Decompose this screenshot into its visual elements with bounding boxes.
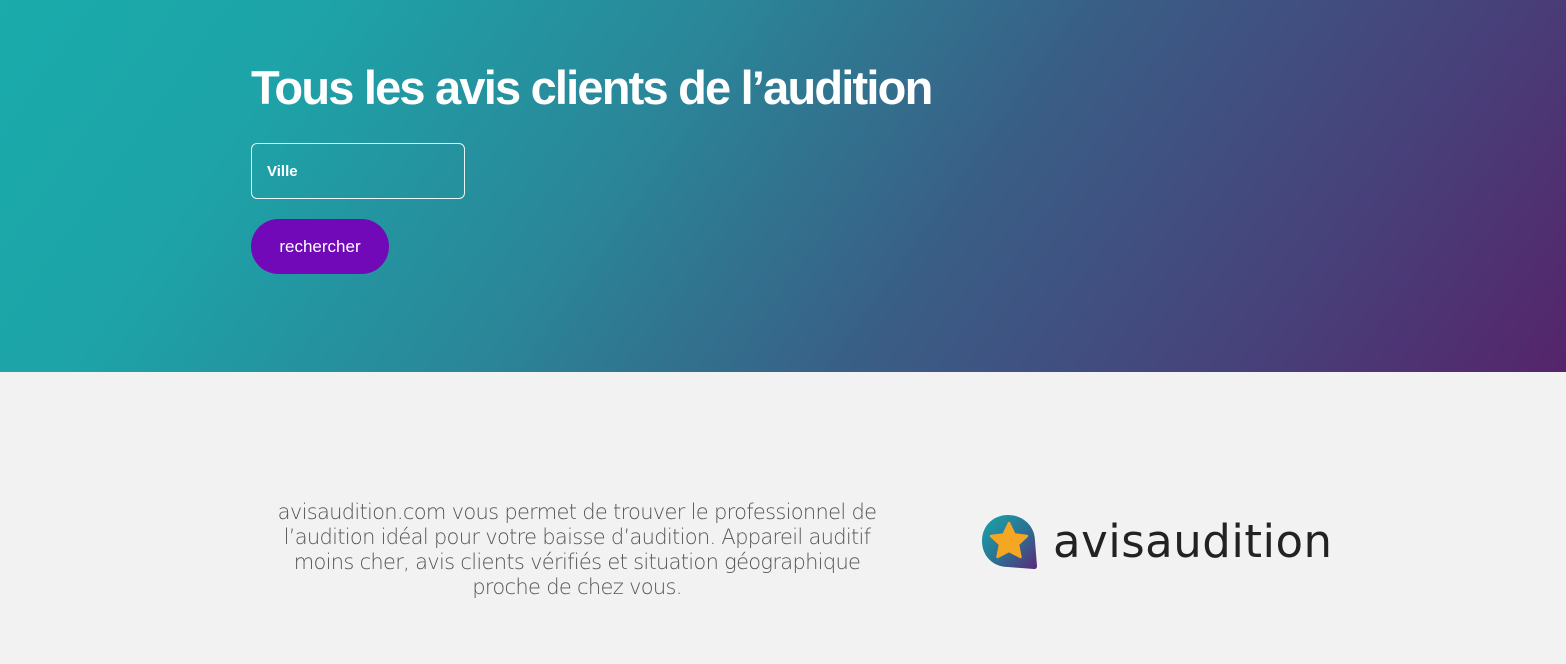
city-input[interactable] — [251, 143, 465, 199]
hero-banner: Tous les avis clients de l’audition rech… — [0, 0, 1566, 372]
site-description: avisaudition.com vous permet de trouver … — [277, 500, 877, 599]
logo-wordmark: avisaudition — [1053, 515, 1333, 568]
star-bubble-icon — [982, 515, 1037, 569]
hero-content: Tous les avis clients de l’audition rech… — [251, 58, 933, 274]
brand-logo: avisaudition — [981, 512, 1333, 572]
search-button[interactable]: rechercher — [251, 219, 389, 274]
about-section: avisaudition.com vous permet de trouver … — [0, 372, 1566, 664]
page-title: Tous les avis clients de l’audition — [251, 61, 933, 114]
